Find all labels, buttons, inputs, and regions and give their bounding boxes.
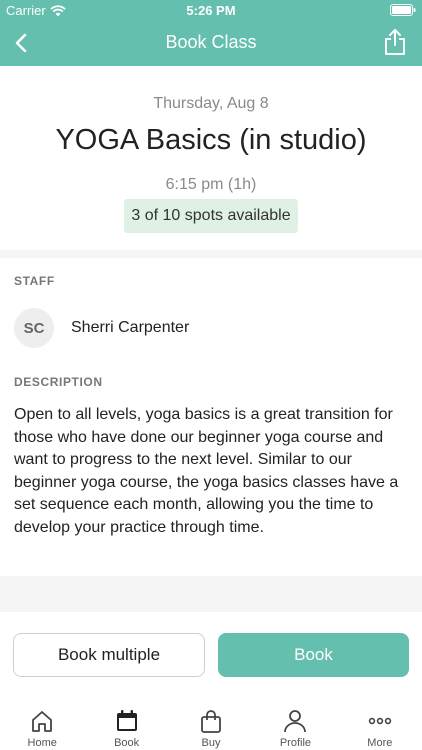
class-time: 6:15 pm (1h) xyxy=(165,176,257,193)
person-icon xyxy=(284,710,307,733)
battery-icon xyxy=(390,4,416,16)
book-multiple-button[interactable]: Book multiple xyxy=(13,633,205,677)
class-date: Thursday, Aug 8 xyxy=(153,95,269,112)
tab-home[interactable]: Home xyxy=(0,700,84,750)
staff-row[interactable]: SC Sherri Carpenter xyxy=(14,308,189,348)
tab-profile[interactable]: Profile xyxy=(253,700,337,750)
nav-bar: Book Class xyxy=(0,20,422,66)
staff-section-label: STAFF xyxy=(14,274,55,288)
tab-bar: Home Book Buy Profile More xyxy=(0,700,422,750)
class-header: Thursday, Aug 8 YOGA Basics (in studio) … xyxy=(0,66,422,250)
tab-more[interactable]: More xyxy=(338,700,422,750)
tab-label: Home xyxy=(27,737,57,749)
share-icon[interactable] xyxy=(382,28,408,56)
class-title: YOGA Basics (in studio) xyxy=(55,124,367,156)
staff-name: Sherri Carpenter xyxy=(71,319,190,336)
spots-badge: 3 of 10 spots available xyxy=(124,199,298,233)
tab-buy[interactable]: Buy xyxy=(169,700,253,750)
book-button[interactable]: Book xyxy=(218,633,409,677)
tab-label: More xyxy=(367,737,393,749)
section-divider-bottom xyxy=(0,576,422,612)
tab-label: Buy xyxy=(201,737,221,749)
tab-label: Profile xyxy=(279,737,312,749)
description-section-label: DESCRIPTION xyxy=(14,375,103,389)
tab-book[interactable]: Book xyxy=(84,700,168,750)
calendar-icon xyxy=(116,710,137,731)
bag-icon xyxy=(201,710,221,733)
staff-avatar: SC xyxy=(14,308,54,348)
status-bar: Carrier 5:26 PM xyxy=(0,0,422,20)
tab-label: Book xyxy=(114,737,140,749)
status-time: 5:26 PM xyxy=(186,3,236,18)
class-description: Open to all levels, yoga basics is a gre… xyxy=(14,406,399,536)
page-title: Book Class xyxy=(165,32,257,52)
more-icon xyxy=(368,717,392,725)
home-icon xyxy=(32,711,53,732)
section-divider xyxy=(0,250,422,258)
